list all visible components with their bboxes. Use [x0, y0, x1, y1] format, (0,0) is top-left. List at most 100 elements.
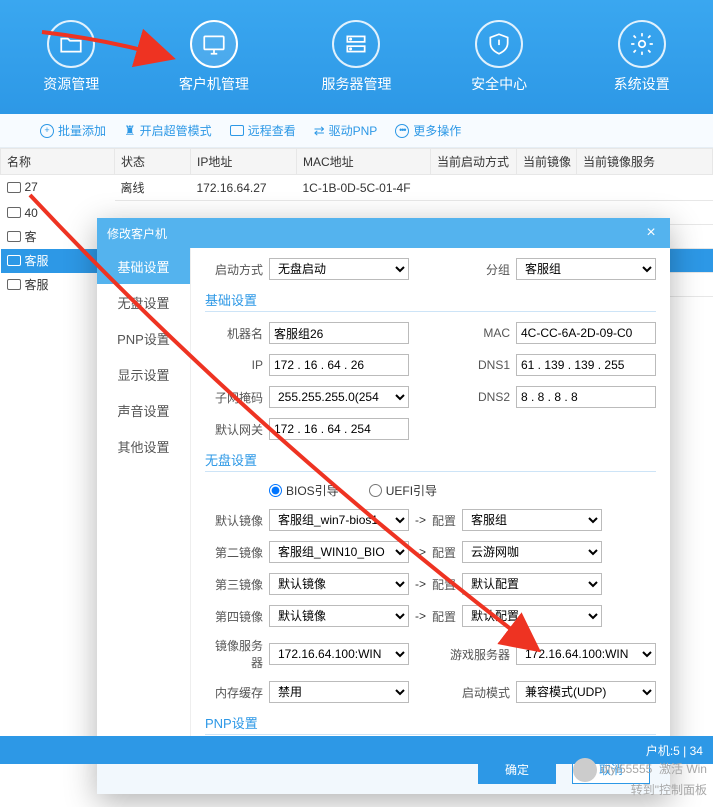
monitor-icon [190, 20, 238, 68]
cfg2-select[interactable]: 云游网咖 [462, 541, 602, 563]
cell-svc [577, 175, 713, 201]
sidebar-item-display[interactable]: 显示设置 [97, 356, 190, 392]
dialog-titlebar[interactable]: 修改客户机 × [97, 218, 670, 248]
col-img[interactable]: 当前镜像 [517, 149, 577, 175]
batch-add-button[interactable]: +批量添加 [40, 122, 106, 139]
watermark: diyi55555 激活 Win 转到"控制面板 [573, 758, 707, 799]
cfg-label: 配置 [432, 576, 456, 593]
mac-input[interactable] [516, 322, 656, 344]
bootmode-label: 启动模式 [450, 684, 510, 701]
sidebar-item-sound[interactable]: 声音设置 [97, 392, 190, 428]
cell-name: 40 [25, 206, 38, 220]
remote-view-label: 远程查看 [248, 122, 296, 139]
cfg4-select[interactable]: 默认配置 [462, 605, 602, 627]
uefi-radio-input[interactable] [369, 484, 382, 497]
super-mode-button[interactable]: ♜开启超管模式 [124, 122, 212, 139]
drive-pnp-button[interactable]: ⇄驱动PNP [314, 122, 378, 139]
bios-radio[interactable]: BIOS引导 [269, 482, 339, 499]
dialog-sidebar: 基础设置 无盘设置 PNP设置 显示设置 声音设置 其他设置 [97, 248, 191, 744]
sidebar-item-diskless[interactable]: 无盘设置 [97, 284, 190, 320]
gateway-input[interactable] [269, 418, 409, 440]
batch-add-label: 批量添加 [58, 122, 106, 139]
img4-select[interactable]: 默认镜像 [269, 605, 409, 627]
imgsrv-select[interactable]: 172.16.64.100:WIN [269, 643, 409, 665]
bios-radio-input[interactable] [269, 484, 282, 497]
close-icon[interactable]: × [642, 224, 660, 242]
dialog-title: 修改客户机 [107, 225, 167, 242]
cell-status: 离线 [115, 175, 191, 201]
table-row[interactable]: 27 离线172.16.64.271C-1B-0D-5C-01-4F [1, 175, 713, 201]
bootmode-select[interactable]: 兼容模式(UDP) [516, 681, 656, 703]
gateway-label: 默认网关 [205, 421, 263, 438]
cfg3-select[interactable]: 默认配置 [462, 573, 602, 595]
admin-icon: ♜ [124, 123, 136, 139]
imgsrv-label: 镜像服务器 [205, 637, 263, 671]
cfg1-select[interactable]: 客服组 [462, 509, 602, 531]
machine-input[interactable] [269, 322, 409, 344]
cfg-label: 配置 [432, 544, 456, 561]
img2-label: 第二镜像 [205, 544, 263, 561]
dns2-input[interactable] [516, 386, 656, 408]
server-icon [332, 20, 380, 68]
dialog-content: 启动方式 无盘启动 分组 客服组 基础设置 机器名 MAC IP DNS1 [191, 248, 670, 744]
drive-pnp-label: 驱动PNP [329, 122, 378, 139]
dns1-input[interactable] [516, 354, 656, 376]
cfg-label: 配置 [432, 512, 456, 529]
sidebar-item-other[interactable]: 其他设置 [97, 428, 190, 464]
remote-view-button[interactable]: 远程查看 [230, 122, 296, 139]
img2-select[interactable]: 客服组_WIN10_BIO [269, 541, 409, 563]
boot-mode-select[interactable]: 无盘启动 [269, 258, 409, 280]
edit-client-dialog: 修改客户机 × 基础设置 无盘设置 PNP设置 显示设置 声音设置 其他设置 启… [97, 218, 670, 794]
section-pnp: PNP设置 [205, 713, 656, 735]
memcache-label: 内存缓存 [205, 684, 263, 701]
col-svc[interactable]: 当前镜像服务 [577, 149, 713, 175]
watermark-name: diyi55555 [601, 762, 652, 776]
col-status[interactable]: 状态 [115, 149, 191, 175]
gamesrv-label: 游戏服务器 [450, 646, 510, 663]
mask-select[interactable]: 255.255.255.0(254 [269, 386, 409, 408]
nav-security[interactable]: 安全中心 [428, 0, 571, 114]
nav-client[interactable]: 客户机管理 [143, 0, 286, 114]
col-name[interactable]: 名称 [1, 149, 115, 175]
pnp-icon: ⇄ [314, 123, 325, 139]
boot-mode-label: 启动方式 [205, 261, 263, 278]
cell-name: 客服 [25, 276, 49, 293]
gamesrv-select[interactable]: 172.16.64.100:WIN [516, 643, 656, 665]
img1-label: 默认镜像 [205, 512, 263, 529]
nav-settings[interactable]: 系统设置 [570, 0, 713, 114]
machine-label: 机器名 [205, 325, 263, 342]
img3-select[interactable]: 默认镜像 [269, 573, 409, 595]
group-select[interactable]: 客服组 [516, 258, 656, 280]
col-boot[interactable]: 当前启动方式 [431, 149, 517, 175]
top-nav: 资源管理 客户机管理 服务器管理 安全中心 系统设置 [0, 0, 713, 114]
nav-server[interactable]: 服务器管理 [285, 0, 428, 114]
super-mode-label: 开启超管模式 [140, 122, 212, 139]
col-ip[interactable]: IP地址 [191, 149, 297, 175]
cell-name: 客 [25, 228, 37, 245]
mask-label: 子网掩码 [205, 389, 263, 406]
ip-input[interactable] [269, 354, 409, 376]
ip-label: IP [205, 358, 263, 372]
toolbar: +批量添加 ♜开启超管模式 远程查看 ⇄驱动PNP •••更多操作 [0, 114, 713, 148]
section-diskless: 无盘设置 [205, 450, 656, 472]
section-basic: 基础设置 [205, 290, 656, 312]
arrow-icon: -> [415, 577, 426, 591]
shield-icon [475, 20, 523, 68]
watermark-line1: 激活 Win [659, 762, 707, 776]
cell-name: 27 [25, 180, 38, 194]
dns1-label: DNS1 [470, 358, 510, 372]
img1-select[interactable]: 客服组_win7-bios1 [269, 509, 409, 531]
bios-radio-label: BIOS引导 [286, 482, 339, 499]
sidebar-item-pnp[interactable]: PNP设置 [97, 320, 190, 356]
monitor-icon [7, 207, 21, 218]
cell-img [517, 175, 577, 201]
uefi-radio[interactable]: UEFI引导 [369, 482, 437, 499]
cell-mac: 1C-1B-0D-5C-01-4F [297, 175, 431, 201]
col-mac[interactable]: MAC地址 [297, 149, 431, 175]
more-button[interactable]: •••更多操作 [395, 122, 461, 139]
nav-resource[interactable]: 资源管理 [0, 0, 143, 114]
monitor-icon [7, 231, 21, 242]
sidebar-item-basic[interactable]: 基础设置 [97, 248, 190, 284]
cell-ip: 172.16.64.27 [191, 175, 297, 201]
memcache-select[interactable]: 禁用 [269, 681, 409, 703]
